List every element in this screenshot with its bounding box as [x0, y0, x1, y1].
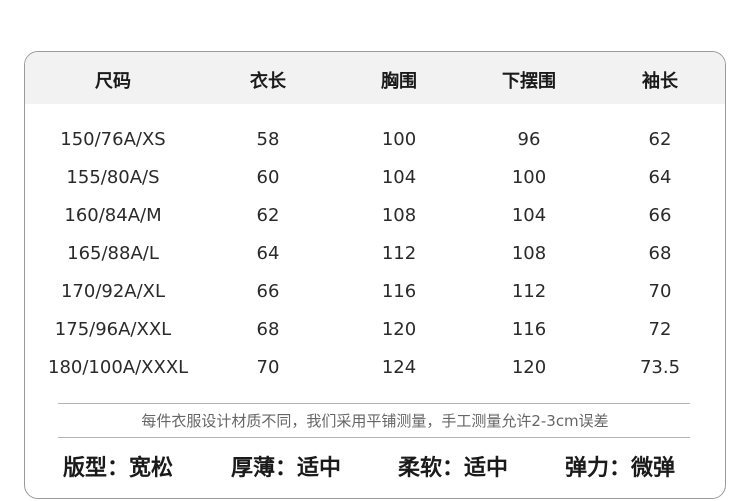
table-header: 尺码 衣长 胸围 下摆围 袖长: [25, 52, 725, 104]
cell-hem: 100: [511, 167, 547, 188]
cell-hem: 108: [511, 243, 547, 264]
cell-length: 66: [256, 281, 280, 302]
cell-sleeve: 64: [648, 167, 672, 188]
cell-sleeve: 62: [648, 129, 672, 150]
table-row: 170/92A/XL 66 116 112 70: [25, 275, 725, 313]
table-row: 180/100A/XXXL 70 124 120 73.5: [25, 351, 725, 389]
measurement-note: 每件衣服设计材质不同，我们采用平铺测量，手工测量允许2-3cm误差: [141, 412, 609, 430]
cell-size: 175/96A/XXL: [54, 319, 172, 340]
cell-length: 64: [256, 243, 280, 264]
attribute-thickness: 厚薄：适中: [231, 456, 342, 481]
cell-sleeve: 73.5: [639, 357, 681, 378]
attribute-fit: 版型：宽松: [63, 456, 174, 481]
attribute-softness: 柔软：适中: [398, 456, 509, 481]
divider-bottom: [58, 437, 690, 438]
cell-chest: 120: [381, 319, 417, 340]
divider-top: [58, 403, 690, 404]
cell-size: 150/76A/XS: [60, 129, 166, 150]
table-row: 175/96A/XXL 68 120 116 72: [25, 313, 725, 351]
header-length: 衣长: [250, 71, 286, 92]
cell-hem: 120: [511, 357, 547, 378]
header-sleeve: 袖长: [642, 71, 678, 92]
cell-chest: 112: [381, 243, 417, 264]
header-size: 尺码: [95, 71, 131, 92]
attribute-elasticity: 弹力：微弹: [565, 456, 676, 481]
cell-hem: 96: [517, 129, 541, 150]
cell-chest: 116: [381, 281, 417, 302]
table-row: 155/80A/S 60 104 100 64: [25, 161, 725, 199]
header-hem: 下摆围: [502, 71, 556, 92]
cell-hem: 116: [511, 319, 547, 340]
cell-length: 62: [256, 205, 280, 226]
table-row: 165/88A/L 64 112 108 68: [25, 237, 725, 275]
cell-chest: 104: [381, 167, 417, 188]
cell-sleeve: 70: [648, 281, 672, 302]
table-row: 160/84A/M 62 108 104 66: [25, 199, 725, 237]
cell-length: 70: [256, 357, 280, 378]
cell-chest: 124: [381, 357, 417, 378]
cell-size: 165/88A/L: [67, 243, 159, 264]
table-row: 150/76A/XS 58 100 96 62: [25, 123, 725, 161]
cell-size: 170/92A/XL: [60, 281, 166, 302]
cell-sleeve: 66: [648, 205, 672, 226]
cell-sleeve: 68: [648, 243, 672, 264]
cell-chest: 108: [381, 205, 417, 226]
cell-length: 60: [256, 167, 280, 188]
cell-hem: 104: [511, 205, 547, 226]
cell-size: 180/100A/XXXL: [48, 357, 189, 378]
cell-length: 58: [256, 129, 280, 150]
cell-size: 155/80A/S: [66, 167, 160, 188]
cell-sleeve: 72: [648, 319, 672, 340]
cell-chest: 100: [381, 129, 417, 150]
header-chest: 胸围: [381, 71, 417, 92]
size-chart-card: 尺码 衣长 胸围 下摆围 袖长 150/76A/XS 58 100 96 62 …: [24, 51, 726, 499]
cell-hem: 112: [511, 281, 547, 302]
cell-length: 68: [256, 319, 280, 340]
cell-size: 160/84A/M: [64, 205, 162, 226]
